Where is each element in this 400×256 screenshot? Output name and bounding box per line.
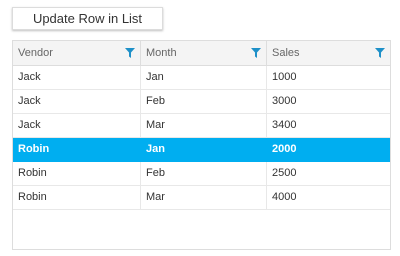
cell-month: Jan bbox=[141, 138, 267, 161]
column-header-month[interactable]: Month bbox=[141, 41, 267, 65]
table-row[interactable]: Robin Mar 4000 bbox=[13, 186, 390, 210]
cell-sales: 3400 bbox=[272, 119, 297, 131]
filter-icon[interactable] bbox=[125, 48, 135, 58]
column-header-label: Vendor bbox=[18, 47, 53, 59]
cell-vendor: Jack bbox=[13, 90, 141, 113]
column-header-label: Sales bbox=[272, 47, 300, 59]
cell-month: Mar bbox=[141, 114, 267, 137]
cell-sales: 1000 bbox=[272, 71, 297, 83]
cell-sales: 2000 bbox=[272, 143, 297, 155]
column-header-vendor[interactable]: Vendor bbox=[13, 41, 141, 65]
cell-vendor: Robin bbox=[13, 186, 141, 209]
cell-month: Feb bbox=[141, 90, 267, 113]
grid-body: Jack Jan 1000 Jack Feb 3000 Jack Mar 340… bbox=[13, 66, 390, 249]
table-row[interactable]: Jack Mar 3400 bbox=[13, 114, 390, 138]
cell-sales: 2500 bbox=[272, 167, 297, 179]
cell-vendor: Robin bbox=[13, 162, 141, 185]
cell-month: Feb bbox=[141, 162, 267, 185]
table-row[interactable]: Robin Feb 2500 bbox=[13, 162, 390, 186]
grid-header: Vendor Month Sales bbox=[13, 41, 390, 66]
cell-sales: 3000 bbox=[272, 95, 297, 107]
cell-sales: 4000 bbox=[272, 191, 297, 203]
cell-month: Jan bbox=[141, 66, 267, 89]
data-grid: Vendor Month Sales Jack Jan 1000 Jack Fe… bbox=[12, 40, 391, 250]
update-row-button[interactable]: Update Row in List bbox=[12, 7, 163, 30]
table-row[interactable]: Jack Feb 3000 bbox=[13, 90, 390, 114]
column-header-sales[interactable]: Sales bbox=[267, 41, 390, 65]
filter-icon[interactable] bbox=[375, 48, 385, 58]
cell-vendor: Robin bbox=[13, 138, 141, 161]
table-row-selected[interactable]: Robin Jan 2000 bbox=[13, 138, 390, 162]
column-header-label: Month bbox=[146, 47, 177, 59]
cell-month: Mar bbox=[141, 186, 267, 209]
cell-vendor: Jack bbox=[13, 114, 141, 137]
cell-vendor: Jack bbox=[13, 66, 141, 89]
table-row[interactable]: Jack Jan 1000 bbox=[13, 66, 390, 90]
grid-empty-area bbox=[13, 210, 390, 249]
filter-icon[interactable] bbox=[251, 48, 261, 58]
